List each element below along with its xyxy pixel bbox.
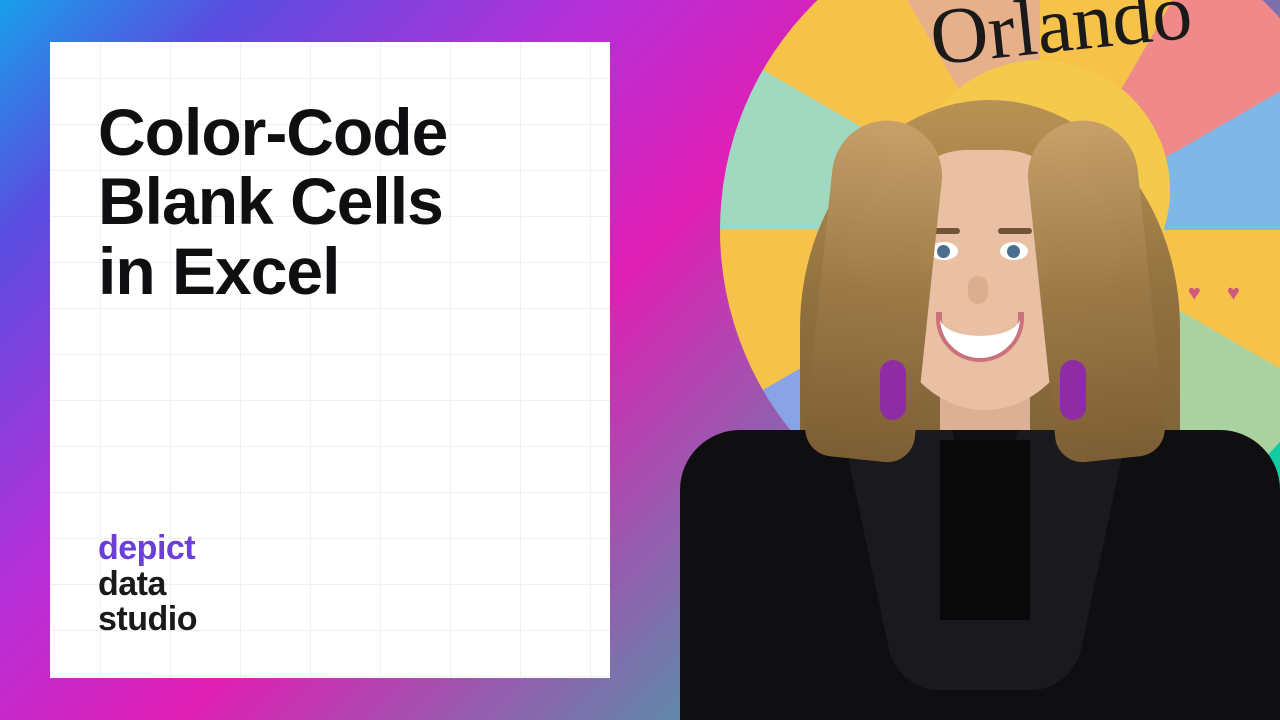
- shirt: [940, 440, 1030, 620]
- brand-logo: depict data studio: [98, 531, 568, 638]
- title-card: Color-Code Blank Cells in Excel depict d…: [50, 42, 610, 678]
- photo-background: Orlando ♥ ♥: [580, 0, 1280, 720]
- title-line: Color-Code: [98, 98, 568, 167]
- title-line: in Excel: [98, 237, 568, 306]
- logo-word-3: studio: [98, 602, 568, 638]
- logo-word-2: data: [98, 567, 568, 603]
- thumbnail-frame: Orlando ♥ ♥ Color-Code Blank Cells: [0, 0, 1280, 720]
- video-title: Color-Code Blank Cells in Excel: [98, 98, 568, 306]
- earring: [1060, 360, 1086, 420]
- title-line: Blank Cells: [98, 167, 568, 236]
- nose: [968, 276, 988, 304]
- logo-word-1: depict: [98, 531, 568, 567]
- presenter-photo: [640, 60, 1280, 720]
- earring: [880, 360, 906, 420]
- eye: [1000, 242, 1028, 260]
- eyebrow: [998, 228, 1032, 234]
